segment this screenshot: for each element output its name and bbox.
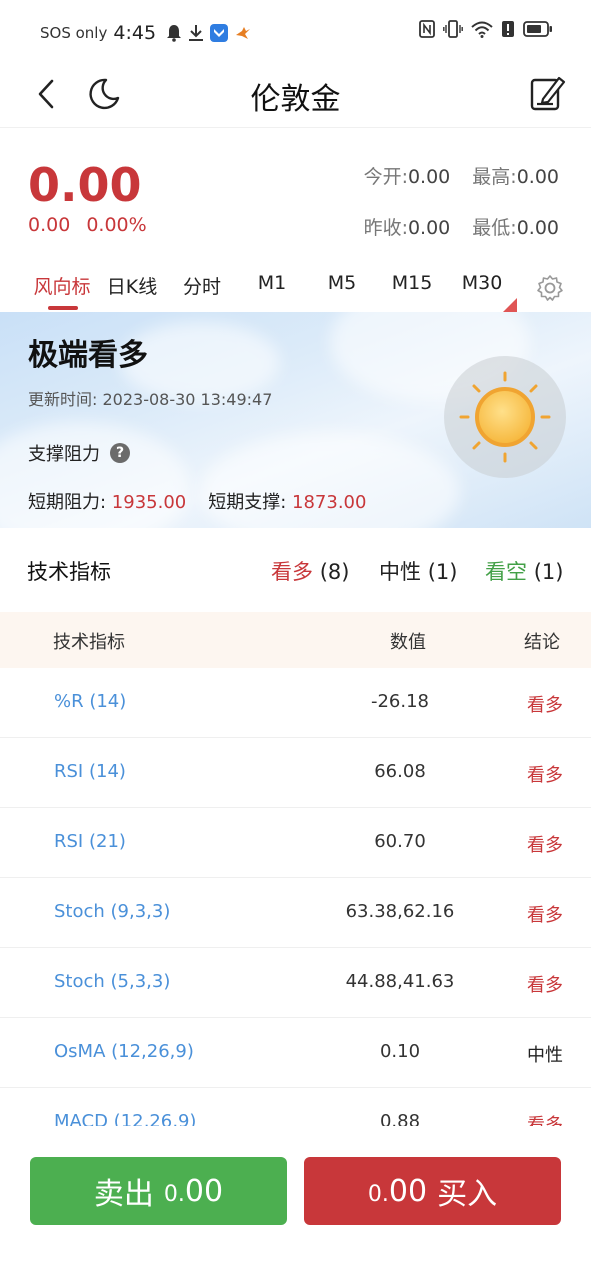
- header-conclusion: 结论: [524, 632, 560, 653]
- alert-icon: [502, 21, 514, 37]
- status-bar: SOS only 4:45: [0, 0, 591, 64]
- table-row[interactable]: %R (14) -26.18 看多: [0, 668, 591, 738]
- tab-timeshare[interactable]: 分时: [183, 272, 221, 299]
- indicator-name[interactable]: %R (14): [54, 691, 126, 712]
- table-row[interactable]: OsMA (12,26,9) 0.10 中性: [0, 1018, 591, 1088]
- app-header: 伦敦金: [0, 64, 591, 128]
- header-value: 数值: [390, 632, 426, 653]
- sentiment-banner: 极端看多 更新时间: 2023-08-30 13:49:47 支撑阻力 ? 短期…: [0, 312, 591, 528]
- update-time: 更新时间: 2023-08-30 13:49:47: [28, 390, 273, 409]
- low-stat: 最低:0.00: [472, 217, 559, 239]
- change-percent: 0.00%: [86, 214, 147, 236]
- nfc-icon: [419, 20, 435, 38]
- buy-button[interactable]: 0.00 买入: [304, 1157, 561, 1225]
- support-value: 1873.00: [292, 492, 367, 513]
- bear-summary: 看空 (1): [485, 560, 564, 584]
- table-header: 技术指标 数值 结论: [0, 612, 591, 668]
- vibrate-icon: [443, 20, 463, 38]
- tab-m30[interactable]: M30: [462, 272, 503, 294]
- trade-bar: 卖出 0.00 0.00 买入: [0, 1128, 591, 1280]
- indicator-name[interactable]: RSI (14): [54, 761, 126, 782]
- bird-icon: [236, 27, 251, 39]
- gear-icon[interactable]: [536, 274, 564, 302]
- indicator-conclusion: 中性: [527, 1045, 563, 1066]
- tab-m1[interactable]: M1: [258, 272, 286, 294]
- indicator-value: 0.10: [379, 1041, 421, 1062]
- support-label: 短期支撑:: [208, 492, 293, 513]
- indicator-name[interactable]: MACD (12,26,9): [54, 1111, 196, 1126]
- price-change: 0.00 0.00%: [28, 214, 147, 236]
- resistance-value: 1935.00: [111, 492, 187, 513]
- tab-m15[interactable]: M15: [392, 272, 433, 294]
- indicator-value: -26.18: [370, 691, 430, 712]
- status-right: [419, 20, 553, 38]
- quote-stats: 今开:0.00 最高:0.00 昨收:0.00 最低:0.00: [364, 162, 559, 264]
- tab-daily-k[interactable]: 日K线: [107, 272, 157, 299]
- weather-badge: [444, 356, 566, 478]
- help-icon[interactable]: ?: [110, 443, 130, 463]
- indicator-name[interactable]: Stoch (5,3,3): [54, 971, 170, 992]
- indicator-conclusion: 看多: [527, 975, 563, 996]
- app-badge-icon: [210, 24, 229, 42]
- indicator-name[interactable]: OsMA (12,26,9): [54, 1041, 194, 1062]
- indicator-conclusion: 看多: [527, 1115, 563, 1126]
- bell-icon: [167, 25, 182, 42]
- indicator-summary: 技术指标 看多 (8) 中性 (1) 看空 (1): [0, 528, 591, 612]
- sun-icon: [459, 371, 551, 463]
- support-resistance-heading: 支撑阻力 ?: [28, 440, 130, 466]
- active-tab-underline: [48, 306, 78, 310]
- edit-note-icon[interactable]: [529, 74, 567, 112]
- tab-m5[interactable]: M5: [328, 272, 356, 294]
- current-price: 0.00: [28, 158, 142, 212]
- prev-close-stat: 昨收:0.00: [363, 217, 451, 239]
- download-icon: [189, 25, 204, 41]
- indicator-value: 66.08: [374, 761, 426, 782]
- battery-icon: [523, 21, 552, 37]
- tab-indicator[interactable]: 风向标: [33, 272, 90, 299]
- neutral-summary: 中性 (1): [379, 560, 458, 584]
- indicator-conclusion: 看多: [527, 695, 563, 716]
- sr-levels: 短期阻力: 1935.00 短期支撑: 1873.00: [28, 488, 366, 514]
- bull-summary: 看多 (8): [271, 560, 350, 584]
- sentiment-title: 极端看多: [28, 338, 148, 373]
- sos-text: SOS only: [40, 24, 108, 42]
- tab-more-indicator: [503, 298, 517, 312]
- indicator-conclusion: 看多: [527, 765, 563, 786]
- table-row[interactable]: MACD (12,26,9) 0.88 看多: [0, 1088, 591, 1126]
- header-indicator: 技术指标: [53, 632, 125, 653]
- resistance-label: 短期阻力:: [28, 492, 112, 513]
- indicator-value: 60.70: [374, 831, 426, 852]
- table-row[interactable]: Stoch (9,3,3) 63.38,62.16 看多: [0, 878, 591, 948]
- indicator-value: 44.88,41.63: [345, 971, 455, 992]
- status-time: 4:45: [113, 22, 157, 44]
- table-row[interactable]: RSI (21) 60.70 看多: [0, 808, 591, 878]
- summary-title: 技术指标: [27, 560, 111, 584]
- indicator-table: %R (14) -26.18 看多 RSI (14) 66.08 看多 RSI (21) 60…: [0, 668, 591, 1126]
- indicator-value: 0.88: [379, 1111, 421, 1126]
- indicator-conclusion: 看多: [527, 835, 563, 856]
- table-row[interactable]: RSI (14) 66.08 看多: [0, 738, 591, 808]
- indicator-name[interactable]: RSI (21): [54, 831, 126, 852]
- sr-label: 支撑阻力: [28, 444, 100, 465]
- wifi-icon: [471, 21, 493, 38]
- indicator-name[interactable]: Stoch (9,3,3): [54, 901, 170, 922]
- change-value: 0.00: [28, 214, 71, 236]
- page-title: 伦敦金: [250, 82, 341, 117]
- table-row[interactable]: Stoch (5,3,3) 44.88,41.63 看多: [0, 948, 591, 1018]
- sell-button[interactable]: 卖出 0.00: [30, 1157, 287, 1225]
- indicator-value: 63.38,62.16: [345, 901, 455, 922]
- open-stat: 今开:0.00: [363, 166, 451, 188]
- high-stat: 最高:0.00: [472, 166, 559, 188]
- indicator-conclusion: 看多: [527, 905, 563, 926]
- status-left: SOS only 4:45: [40, 22, 252, 44]
